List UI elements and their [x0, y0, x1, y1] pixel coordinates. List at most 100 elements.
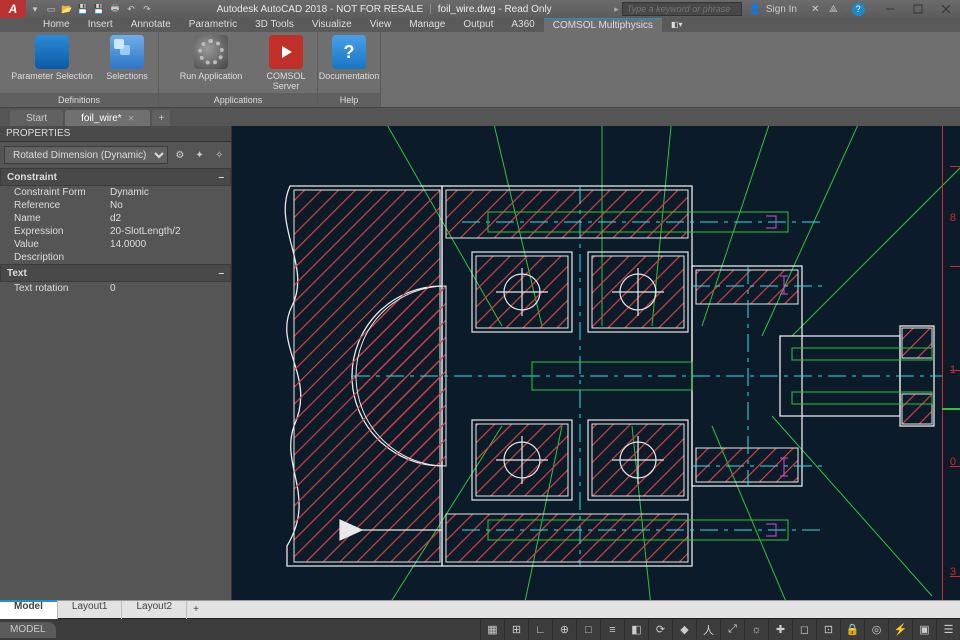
menu-tab-manage[interactable]: Manage	[400, 18, 454, 32]
clean-screen-icon[interactable]: ▣	[912, 619, 936, 640]
props-section-constraint[interactable]: Constraint–	[0, 168, 231, 186]
units-icon[interactable]: ◻	[792, 619, 816, 640]
sel-icon	[110, 35, 144, 69]
props-row[interactable]: Text rotation0	[0, 282, 231, 295]
open-icon[interactable]: 📂	[60, 2, 74, 16]
properties-panel: PROPERTIES Rotated Dimension (Dynamic) ⚙…	[0, 126, 232, 600]
hw-accel-icon[interactable]: ⚡	[888, 619, 912, 640]
select-plus-icon[interactable]: ✦	[192, 147, 208, 163]
layout-tab-layout2[interactable]: Layout2	[122, 601, 187, 619]
close-button[interactable]	[932, 0, 960, 18]
ribbon-documentation[interactable]: Documentation	[322, 34, 376, 81]
maximize-button[interactable]	[904, 0, 932, 18]
properties-type-select[interactable]: Rotated Dimension (Dynamic)	[4, 146, 168, 164]
ribbon-group-label: Definitions	[0, 93, 158, 107]
props-label: Value	[0, 239, 110, 250]
new-tab-button[interactable]: +	[152, 110, 170, 126]
collapse-icon[interactable]: –	[218, 268, 224, 279]
drafting-icon[interactable]: ◆	[672, 619, 696, 640]
lock-ui-icon[interactable]: 🔒	[840, 619, 864, 640]
ribbon-run-application[interactable]: Run Application	[163, 34, 259, 81]
props-label: Text rotation	[0, 283, 110, 294]
exchange-icon[interactable]: ✕	[808, 2, 822, 16]
ribbon-selections[interactable]: Selections	[100, 34, 154, 81]
file-tab-foil_wire-[interactable]: foil_wire*✕	[65, 110, 150, 126]
layout-tab-layout1[interactable]: Layout1	[58, 601, 123, 619]
menu-tab-3d-tools[interactable]: 3D Tools	[246, 18, 303, 32]
minimize-button[interactable]	[876, 0, 904, 18]
menu-tab-view[interactable]: View	[361, 18, 401, 32]
qat-menu[interactable]: ▾	[28, 2, 42, 16]
menu-tab-insert[interactable]: Insert	[79, 18, 122, 32]
quick-select-icon[interactable]: ⚙	[172, 147, 188, 163]
run-icon	[194, 35, 228, 69]
props-value[interactable]	[110, 252, 231, 263]
saveas-icon[interactable]: 💾	[92, 2, 106, 16]
ribbon-label: Run Application	[180, 71, 243, 81]
props-value[interactable]: d2	[110, 213, 231, 224]
a360-icon[interactable]: ⟁	[826, 2, 840, 16]
close-tab-icon[interactable]: ✕	[128, 114, 135, 123]
undo-icon[interactable]: ↶	[124, 2, 138, 16]
quick-props-icon[interactable]: ⊡	[816, 619, 840, 640]
app-logo[interactable]: A	[0, 0, 26, 18]
props-value[interactable]: 20-SlotLength/2	[110, 226, 231, 237]
sign-in-link[interactable]: Sign In	[766, 4, 797, 15]
redo-icon[interactable]: ↷	[140, 2, 154, 16]
menu-tab-a360[interactable]: A360	[502, 18, 543, 32]
menu-tab-annotate[interactable]: Annotate	[122, 18, 180, 32]
ribbon-label: Selections	[106, 71, 148, 81]
props-row[interactable]: Constraint FormDynamic	[0, 186, 231, 199]
customize-icon[interactable]: ☰	[936, 619, 960, 640]
osnap-toggle-icon[interactable]: □	[576, 619, 600, 640]
lineweight-icon[interactable]: ≡	[600, 619, 624, 640]
collapse-icon[interactable]: –	[218, 172, 224, 183]
grid-toggle-icon[interactable]: ▦	[480, 619, 504, 640]
scale-icon[interactable]: ⤢	[720, 619, 744, 640]
menu-tab-home[interactable]: Home	[34, 18, 79, 32]
ruler-right: 8 1 0 3	[942, 126, 960, 600]
user-icon[interactable]: 👤	[748, 2, 762, 16]
transparency-icon[interactable]: ◧	[624, 619, 648, 640]
window-title: Autodesk AutoCAD 2018 - NOT FOR RESALE f…	[154, 4, 614, 15]
ribbon: Parameter Selection Selections Definitions…	[0, 32, 960, 108]
props-value[interactable]: Dynamic	[110, 187, 231, 198]
search-box[interactable]	[622, 2, 742, 16]
props-label: Constraint Form	[0, 187, 110, 198]
isolate-icon[interactable]: ◎	[864, 619, 888, 640]
save-icon[interactable]: 💾	[76, 2, 90, 16]
props-value[interactable]: 0	[110, 283, 231, 294]
new-icon[interactable]: ▭	[44, 2, 58, 16]
snap-toggle-icon[interactable]: ⊞	[504, 619, 528, 640]
workspace-icon[interactable]: ☼	[744, 619, 768, 640]
menu-tab-output[interactable]: Output	[454, 18, 502, 32]
print-icon[interactable]: 🖶	[108, 2, 122, 16]
props-row[interactable]: Description	[0, 251, 231, 264]
menu-tab-featured[interactable]: ◧▾	[662, 18, 692, 32]
add-layout-button[interactable]: +	[187, 604, 205, 615]
annotation-icon[interactable]: 人	[696, 619, 720, 640]
help-icon[interactable]: ?	[852, 3, 865, 16]
file-tab-Start[interactable]: Start	[10, 110, 63, 126]
layout-tab-model[interactable]: Model	[0, 601, 58, 619]
menu-tab-parametric[interactable]: Parametric	[180, 18, 246, 32]
props-section-text[interactable]: Text–	[0, 264, 231, 282]
anno-monitor-icon[interactable]: ✚	[768, 619, 792, 640]
drawing-canvas[interactable]: 8 1 0 3	[232, 126, 960, 600]
select-obj-icon[interactable]: ✧	[211, 147, 227, 163]
props-value[interactable]: 14.0000	[110, 239, 231, 250]
search-input[interactable]	[623, 3, 741, 15]
menu-tab-comsol-multiphysics[interactable]: COMSOL Multiphysics	[544, 18, 662, 32]
props-row[interactable]: ReferenceNo	[0, 199, 231, 212]
polar-toggle-icon[interactable]: ⊕	[552, 619, 576, 640]
ortho-toggle-icon[interactable]: ∟	[528, 619, 552, 640]
props-row[interactable]: Named2	[0, 212, 231, 225]
menu-tab-visualize[interactable]: Visualize	[303, 18, 361, 32]
model-space-indicator[interactable]: MODEL	[0, 622, 56, 638]
ribbon-comsol-server[interactable]: COMSOL Server	[259, 34, 313, 91]
props-row[interactable]: Value14.0000	[0, 238, 231, 251]
props-value[interactable]: No	[110, 200, 231, 211]
ribbon-parameter-selection[interactable]: Parameter Selection	[4, 34, 100, 81]
cycling-icon[interactable]: ⟳	[648, 619, 672, 640]
props-row[interactable]: Expression20-SlotLength/2	[0, 225, 231, 238]
